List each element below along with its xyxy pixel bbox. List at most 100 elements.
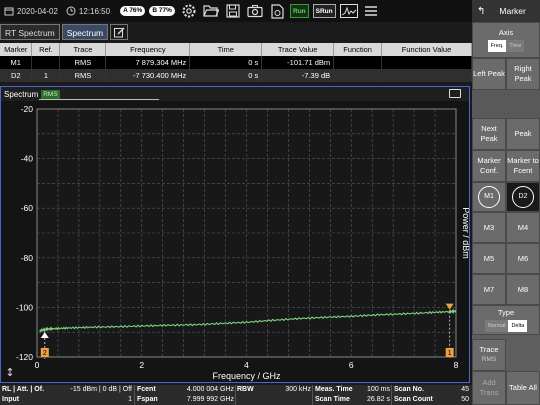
x-tick-label: 6 bbox=[349, 360, 354, 370]
x-tick-label: 8 bbox=[454, 360, 459, 370]
marker-table-header: Marker Ref. Trace Frequency Time Trace V… bbox=[0, 43, 472, 56]
axis-toggle[interactable]: Freq. Time bbox=[487, 40, 525, 52]
type-button[interactable]: Type Normal Delta bbox=[472, 305, 540, 335]
d2-circle: D2 bbox=[512, 186, 534, 208]
cell-frequency: -7 730.400 MHz bbox=[105, 69, 191, 82]
marker-m1-button[interactable]: M1 bbox=[472, 182, 506, 212]
marker-2-label: 2 bbox=[43, 350, 47, 357]
scan-no-value: 45 bbox=[461, 386, 469, 393]
col-trace-value: Trace Value bbox=[261, 43, 335, 56]
left-peak-button[interactable]: Left Peak bbox=[472, 58, 506, 90]
col-ref: Ref. bbox=[31, 43, 61, 56]
progress-line bbox=[39, 99, 159, 100]
cell-function bbox=[333, 56, 383, 69]
m1-circle: M1 bbox=[478, 186, 500, 208]
marker-m6-button[interactable]: M6 bbox=[506, 243, 540, 274]
axis-freq-option[interactable]: Freq. bbox=[487, 40, 507, 52]
marker-panel-header[interactable]: ↰ Marker bbox=[472, 0, 540, 22]
axis-button[interactable]: Axis Freq. Time bbox=[472, 22, 540, 58]
table-row[interactable]: M1 RMS 7 879.304 MHz 0 s -101.71 dBm bbox=[0, 56, 472, 69]
trace-tag: RMS bbox=[41, 89, 60, 99]
camera-icon[interactable] bbox=[244, 0, 266, 22]
cell-trace: RMS bbox=[59, 56, 107, 69]
fspan-label: Fspan bbox=[137, 396, 158, 403]
back-arrow-icon[interactable]: ↰ bbox=[477, 6, 485, 17]
app-window: 2020-04-02 12:16:50 A 76% B 77% Run SRun bbox=[0, 0, 540, 405]
scan-count-value: 50 bbox=[461, 396, 469, 403]
y-tick-label: -40 bbox=[21, 154, 34, 164]
cell-function-value bbox=[381, 69, 472, 82]
vertical-zoom-icon: ↕ bbox=[5, 366, 14, 379]
peak-button[interactable]: Peak bbox=[506, 118, 540, 150]
col-time: Time bbox=[189, 43, 263, 56]
marker-to-fcent-button[interactable]: Marker to Fcent bbox=[506, 150, 540, 182]
spectrum-window[interactable]: Spectrum RMS -20 -40 -60 -80 -100 -120 0 2 4 6 8 Fr… bbox=[0, 86, 470, 383]
type-delta-option[interactable]: Delta bbox=[508, 320, 528, 332]
table-row[interactable]: D2 1 RMS -7 730.400 MHz 0 s -7.39 dB bbox=[0, 69, 472, 82]
marker-m7-button[interactable]: M7 bbox=[472, 274, 506, 305]
axis-label: Axis bbox=[498, 28, 514, 37]
input-value: 1 bbox=[128, 396, 132, 403]
y-tick-label: -100 bbox=[16, 302, 33, 312]
save-icon[interactable] bbox=[222, 0, 244, 22]
col-trace: Trace bbox=[59, 43, 107, 56]
trace-button-label: Trace bbox=[479, 345, 499, 354]
toolbar: Run SRun bbox=[178, 0, 382, 22]
cell-ref bbox=[31, 56, 61, 69]
x-tick-label: 0 bbox=[35, 360, 40, 370]
right-peak-button[interactable]: Right Peak bbox=[506, 58, 540, 90]
single-run-button[interactable]: SRun bbox=[312, 4, 336, 18]
y-tick-label: -20 bbox=[21, 104, 34, 114]
trace-button[interactable]: Trace RMS bbox=[472, 339, 506, 371]
axis-time-option[interactable]: Time bbox=[506, 40, 525, 52]
col-function-value: Function Value bbox=[381, 43, 472, 56]
rbw-label: RBW bbox=[237, 386, 254, 393]
marker-m5-button[interactable]: M5 bbox=[472, 243, 506, 274]
spectrum-display-icon[interactable] bbox=[338, 0, 360, 22]
add-trans-button[interactable]: Add Trans bbox=[472, 371, 506, 405]
cell-trace-value: -7.39 dB bbox=[261, 69, 335, 82]
cell-ref: 1 bbox=[31, 69, 61, 82]
marker-d2-button[interactable]: D2 bbox=[506, 182, 540, 212]
marker-m8-button[interactable]: M8 bbox=[506, 274, 540, 305]
next-peak-button[interactable]: Next Peak bbox=[472, 118, 506, 150]
rbw-value: 300 kHz bbox=[285, 386, 311, 393]
col-frequency: Frequency bbox=[105, 43, 191, 56]
tab-spectrum[interactable]: Spectrum bbox=[61, 24, 109, 40]
edit-tab-button[interactable] bbox=[110, 24, 129, 40]
info-bar: RL | Att. | Of. -15 dBm | 0 dB | Off Inp… bbox=[0, 385, 472, 405]
file-info-icon[interactable] bbox=[266, 0, 288, 22]
settings-gear-icon[interactable] bbox=[178, 0, 200, 22]
spectrum-title: Spectrum bbox=[4, 89, 39, 99]
input-label: Input bbox=[2, 396, 20, 403]
maximize-icon[interactable] bbox=[449, 89, 461, 98]
fcent-label: Fcent bbox=[137, 386, 156, 393]
open-folder-icon[interactable] bbox=[200, 0, 222, 22]
x-tick-label: 2 bbox=[139, 360, 144, 370]
scan-count-label: Scan Count bbox=[394, 396, 433, 403]
fcent-value: 4.000 004 GHz bbox=[186, 386, 234, 393]
cell-marker: D2 bbox=[0, 69, 33, 82]
spectrum-plot[interactable]: -20-40-60-80-100-1200 2 4 6 8Frequency / GHz… bbox=[1, 101, 469, 382]
run-button[interactable]: Run bbox=[290, 4, 309, 18]
marker-conf-button[interactable]: Marker Conf. bbox=[472, 150, 506, 182]
marker-m3-button[interactable]: M3 bbox=[472, 212, 506, 243]
marker-panel-title: Marker bbox=[499, 6, 526, 16]
menu-icon[interactable] bbox=[360, 0, 382, 22]
type-normal-option[interactable]: Normal bbox=[484, 320, 509, 332]
date-display: 2020-04-02 bbox=[4, 6, 58, 16]
col-marker: Marker bbox=[0, 43, 33, 56]
table-all-button[interactable]: Table All bbox=[506, 371, 540, 405]
y-tick-label: -80 bbox=[21, 253, 34, 263]
tab-rt-spectrum[interactable]: RT Spectrum bbox=[0, 24, 60, 40]
scan-time-label: Scan Time bbox=[315, 396, 350, 403]
marker-m4-button[interactable]: M4 bbox=[506, 212, 540, 243]
cell-trace: RMS bbox=[59, 69, 107, 82]
clock-icon bbox=[66, 6, 76, 16]
marker-1-label: 1 bbox=[448, 350, 452, 357]
type-toggle[interactable]: Normal Delta bbox=[484, 320, 528, 332]
y-tick-label: -60 bbox=[21, 203, 34, 213]
time-text: 12:16:50 bbox=[78, 6, 111, 16]
marker-panel: ↰ Marker Axis Freq. Time Left Peak Right… bbox=[472, 0, 540, 405]
cell-marker: M1 bbox=[0, 56, 33, 69]
